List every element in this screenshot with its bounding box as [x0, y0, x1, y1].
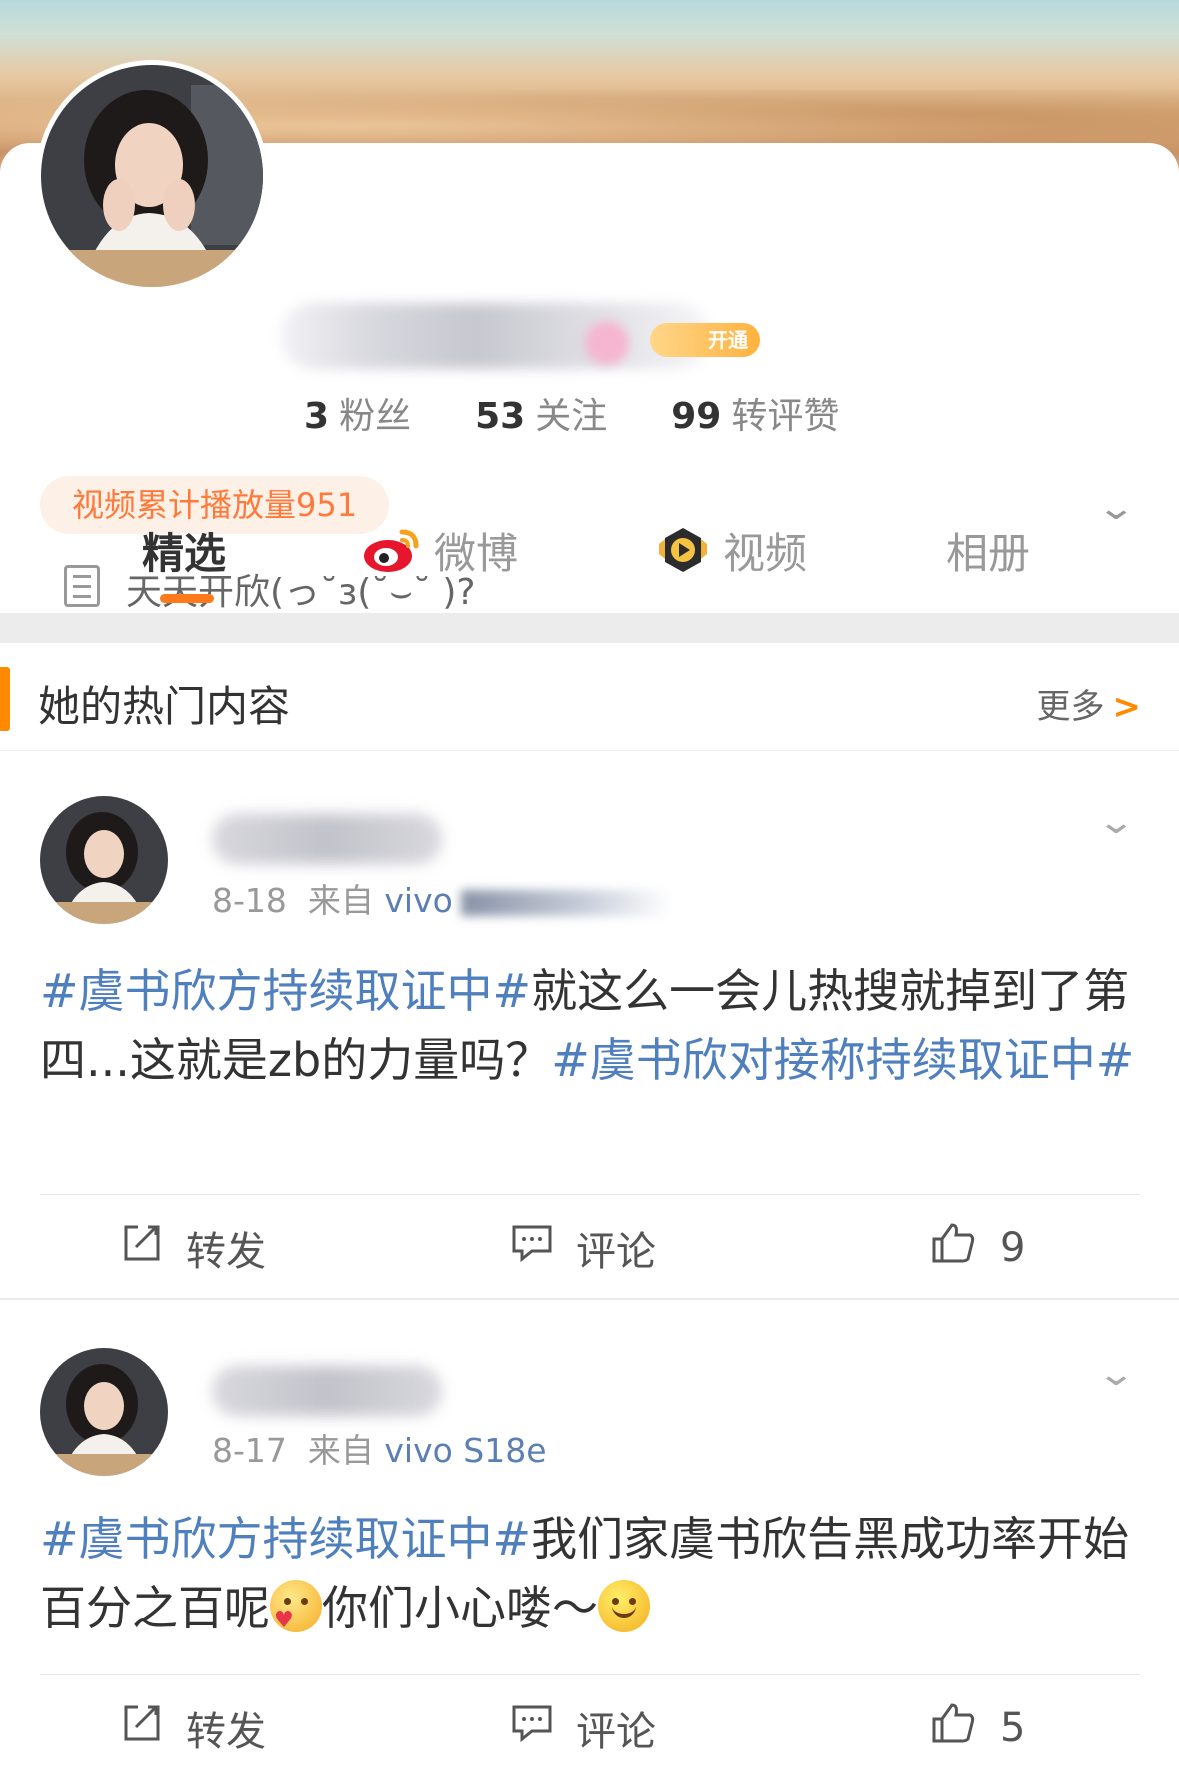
like-count: 5 — [1000, 1705, 1026, 1751]
weibo-icon — [362, 526, 422, 574]
comment-icon — [510, 1223, 554, 1273]
post-source-prefix: 来自 — [307, 1431, 374, 1470]
tab-featured[interactable]: 精选 — [142, 510, 226, 590]
post-divider — [40, 1674, 1140, 1675]
stat-number: 53 — [475, 396, 526, 437]
post-body[interactable]: #虞书欣方持续取证中#我们家虞书欣告黑成功率开始百分之百呢 ♥ 你们小心喽～ — [40, 1505, 1140, 1643]
smile-emoji-icon — [598, 1580, 650, 1632]
post-menu-chevron-icon[interactable]: ⌄ — [1096, 802, 1136, 842]
video-play-icon — [655, 522, 711, 578]
like-button[interactable]: 5 — [930, 1678, 1025, 1778]
username-redacted — [280, 303, 710, 369]
tab-label: 视频 — [723, 528, 808, 578]
hashtag-link[interactable]: #虞书欣对接称持续取证中# — [551, 1033, 1134, 1087]
stat-followers[interactable]: 3 粉丝 — [304, 387, 411, 439]
repost-button[interactable]: 转发 — [120, 1678, 266, 1778]
post-source-prefix: 来自 — [307, 881, 374, 920]
comment-label: 评论 — [576, 1709, 656, 1755]
thumbs-up-icon — [930, 1221, 978, 1275]
comment-icon — [510, 1703, 554, 1753]
repost-label: 转发 — [186, 1709, 266, 1755]
section-accent-bar — [0, 667, 10, 731]
post-meta: 8-17 来自 vivo S18e — [212, 1424, 547, 1472]
like-button[interactable]: 9 — [930, 1198, 1025, 1298]
tab-label: 精选 — [142, 528, 227, 578]
stat-number: 3 — [304, 396, 330, 437]
post-author-name-redacted — [212, 1366, 442, 1416]
more-label: 更多 — [1036, 687, 1105, 727]
stat-interactions[interactable]: 99 转评赞 — [671, 387, 839, 439]
chevron-right-icon: > — [1112, 687, 1142, 727]
post-actions: 转发 评论 5 — [0, 1678, 1179, 1778]
post-divider — [40, 1194, 1140, 1195]
profile-stats: 3 粉丝 53 关注 99 转评赞 — [304, 387, 839, 439]
post-actions: 转发 评论 9 — [0, 1198, 1179, 1298]
avatar-photo — [40, 796, 168, 924]
post-author-name-redacted — [212, 814, 442, 864]
stat-label: 转评赞 — [731, 396, 840, 437]
like-count: 9 — [1000, 1225, 1026, 1271]
post-device[interactable]: vivo — [384, 881, 452, 920]
stat-label: 关注 — [535, 396, 608, 437]
post-menu-chevron-icon[interactable]: ⌄ — [1096, 1354, 1136, 1394]
device-model-redacted — [460, 889, 671, 916]
post-body[interactable]: #虞书欣方持续取证中#就这么一会儿热搜就掉到了第四...这就是zb的力量吗？#虞… — [40, 957, 1140, 1095]
post-card[interactable]: ⌄ 8-18 来自 vivo #虞书欣方持续取证中#就这么一会儿热搜就掉到了第四… — [0, 752, 1179, 1300]
post-card[interactable]: ⌄ 8-17 来自 vivo S18e #虞书欣方持续取证中#我们家虞书欣告黑成… — [0, 1300, 1179, 1783]
tab-weibo[interactable]: 微博 — [362, 510, 518, 590]
avatar-photo — [40, 1348, 168, 1476]
post-date: 8-17 — [212, 1431, 287, 1470]
post-author-avatar[interactable] — [40, 796, 168, 924]
post-author-avatar[interactable] — [40, 1348, 168, 1476]
post-date: 8-18 — [212, 881, 287, 920]
tab-video[interactable]: 视频 — [655, 510, 807, 590]
more-link[interactable]: 更多 > — [1037, 679, 1142, 728]
comment-button[interactable]: 评论 — [510, 1198, 656, 1298]
active-tab-indicator — [160, 594, 214, 603]
share-icon — [120, 1703, 164, 1753]
blushing-kiss-emoji-icon: ♥ — [270, 1580, 322, 1632]
stat-following[interactable]: 53 关注 — [475, 387, 607, 439]
tab-album[interactable]: 相册 — [946, 510, 1030, 590]
profile-tabs: 精选 微博 视频 相册 — [0, 510, 1179, 610]
tab-label: 微博 — [434, 528, 519, 578]
stat-number: 99 — [671, 396, 722, 437]
post-device[interactable]: vivo S18e — [384, 1431, 546, 1470]
tab-label: 相册 — [946, 528, 1031, 578]
hot-content-title: 她的热门内容 — [38, 682, 291, 731]
vip-open-badge[interactable]: 开通 — [650, 323, 760, 357]
thumbs-up-icon — [930, 1701, 978, 1755]
section-separator — [0, 613, 1179, 643]
stat-label: 粉丝 — [339, 396, 412, 437]
avatar-photo — [41, 65, 263, 287]
post-meta: 8-18 来自 vivo — [212, 874, 671, 922]
hashtag-link[interactable]: #虞书欣方持续取证中# — [40, 964, 531, 1018]
share-icon — [120, 1223, 164, 1273]
hot-content-header: 她的热门内容 更多 > — [0, 643, 1179, 751]
repost-label: 转发 — [186, 1229, 266, 1275]
post-text: 你们小心喽～ — [322, 1581, 598, 1635]
comment-label: 评论 — [576, 1229, 656, 1275]
profile-avatar[interactable] — [36, 60, 268, 292]
comment-button[interactable]: 评论 — [510, 1678, 656, 1778]
hashtag-link[interactable]: #虞书欣方持续取证中# — [40, 1512, 531, 1566]
repost-button[interactable]: 转发 — [120, 1198, 266, 1298]
vip-level-icon — [585, 321, 629, 365]
